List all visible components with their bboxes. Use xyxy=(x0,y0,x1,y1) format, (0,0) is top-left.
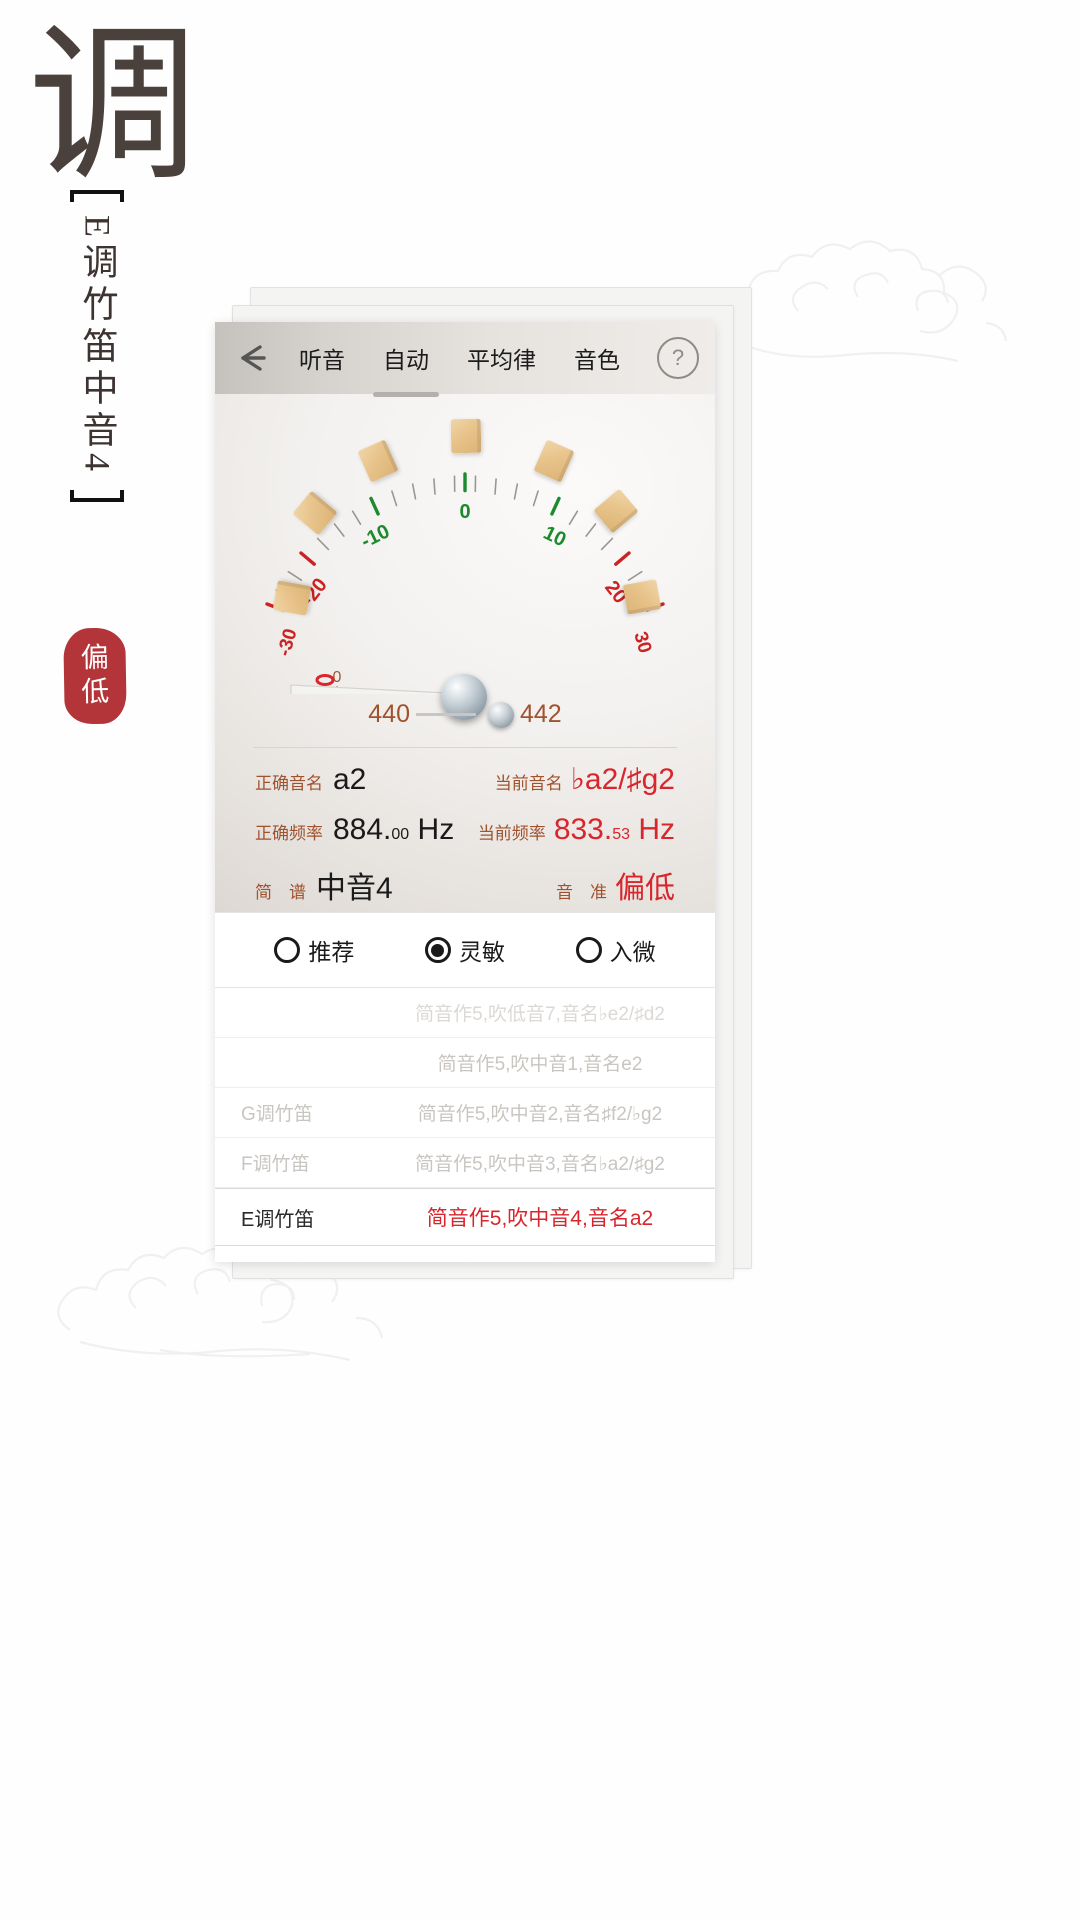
radio-circle-icon xyxy=(575,937,602,963)
correct-frequency-value: 884.00 Hz xyxy=(333,813,455,846)
radio-sensitive[interactable]: 灵敏 xyxy=(424,933,505,967)
flute-key-desc: 简音作5,吹中音1,音名e2 xyxy=(437,1054,643,1075)
tab-temperament[interactable]: 平均律 xyxy=(465,337,538,379)
nav-tab-list: 听音 自动 平均律 音色 xyxy=(297,337,622,397)
svg-text:-10: -10 xyxy=(358,520,394,552)
radio-circle-filled-icon xyxy=(424,937,451,963)
flute-key-desc: 简音作5,吹低音7,音名♭e2/♯d2 xyxy=(415,1004,665,1025)
radio-recommended-label: 推荐 xyxy=(308,939,355,965)
app-navbar: 听音 自动 平均律 音色 ? xyxy=(215,322,715,397)
reading-row-frequency: 正确频率 884.00 Hz 当前频率 833.53 Hz xyxy=(255,813,675,847)
status-seal-stamp: 偏 低 xyxy=(63,627,127,725)
a4-max-value: 442 xyxy=(520,700,562,728)
tuner-dial: -10 0 10 -20 20 -30 30 0 xyxy=(215,394,715,720)
wood-block-bottom-left xyxy=(272,580,312,616)
list-item[interactable]: 简音作5,吹低音7,音名♭e2/♯d2 xyxy=(215,988,715,1038)
background-brush-character: 调 xyxy=(28,13,199,201)
radio-circle-icon xyxy=(274,937,301,963)
flute-key-name: E调竹笛 xyxy=(241,1208,315,1231)
svg-text:0: 0 xyxy=(459,501,470,523)
flute-key-name: G调竹笛 xyxy=(241,1104,313,1125)
list-item-g[interactable]: G调竹笛 简音作5,吹中音2,音名♯f2/♭g2 xyxy=(215,1088,715,1138)
wood-block-bottom-right xyxy=(622,579,662,615)
correct-note-value: a2 xyxy=(333,763,367,796)
tab-auto[interactable]: 自动 xyxy=(373,337,439,397)
svg-text:0: 0 xyxy=(333,669,342,686)
a4-min-value: 440 xyxy=(368,700,410,728)
svg-text:10: 10 xyxy=(540,522,570,552)
app-screenshot-card: 听音 自动 平均律 音色 ? -10 0 10 -20 20 -30 30 0 … xyxy=(215,322,715,1262)
list-item-e-selected[interactable]: E调竹笛 简音作5,吹中音4,音名a2 xyxy=(215,1188,715,1246)
current-note-value: ♭a2/♯g2 xyxy=(570,763,675,796)
numbered-notation-value: 中音4 xyxy=(316,872,393,905)
radio-recommended[interactable]: 推荐 xyxy=(274,933,354,967)
vertical-title-block: E调竹笛中音4 xyxy=(62,190,132,502)
flute-key-list: 简音作5,吹低音7,音名♭e2/♯d2 简音作5,吹中音1,音名e2 G调竹笛 … xyxy=(215,988,715,1262)
flute-key-desc: 简音作5,吹中音5,音名b2 xyxy=(391,1257,689,1262)
correct-note-label: 正确音名 xyxy=(255,774,323,793)
reading-row-notation: 简 谱 中音4 音 准 偏低 xyxy=(255,863,675,907)
current-note-label: 当前音名 xyxy=(494,774,563,793)
reading-row-note-name: 正确音名 a2 当前音名 ♭a2/♯g2 xyxy=(255,762,675,797)
sensitivity-radio-group: 推荐 灵敏 入微 xyxy=(215,912,715,988)
numbered-notation-label: 简 谱 xyxy=(255,883,306,902)
svg-text:-30: -30 xyxy=(274,626,302,658)
readings-panel: 正确音名 a2 当前音名 ♭a2/♯g2 正确频率 884.00 Hz 当前频率… xyxy=(215,748,715,907)
flute-key-desc: 简音作5,吹中音3,音名♭a2/♯g2 xyxy=(415,1154,665,1175)
seal-char-2: 低 xyxy=(81,676,110,709)
tab-timbre[interactable]: 音色 xyxy=(572,337,622,379)
bracket-top xyxy=(70,190,124,202)
list-item-f[interactable]: F调竹笛 简音作5,吹中音3,音名♭a2/♯g2 xyxy=(215,1138,715,1188)
a4-slider-knob[interactable] xyxy=(488,701,514,728)
seal-char-1: 偏 xyxy=(80,642,109,675)
bracket-bottom xyxy=(70,490,124,502)
tuner-panel: 听音 自动 平均律 音色 ? -10 0 10 -20 20 -30 30 0 … xyxy=(215,322,715,912)
tab-listen[interactable]: 听音 xyxy=(297,337,347,379)
vertical-title-text: E调竹笛中音4 xyxy=(77,215,118,477)
svg-text:30: 30 xyxy=(629,629,655,655)
current-frequency-label: 当前频率 xyxy=(477,824,546,843)
pitch-accuracy-value: 偏低 xyxy=(615,872,675,905)
current-frequency-value: 833.53 Hz xyxy=(553,813,675,846)
flute-key-name: F调竹笛 xyxy=(241,1154,310,1175)
flute-key-name: D调竹笛 xyxy=(241,1257,391,1262)
pitch-accuracy-label: 音 准 xyxy=(556,883,607,902)
flute-key-desc: 简音作5,吹中音2,音名♯f2/♭g2 xyxy=(417,1104,663,1125)
radio-fine[interactable]: 入微 xyxy=(575,933,656,967)
arrow-left-icon[interactable] xyxy=(231,335,277,381)
flute-key-desc: 简音作5,吹中音4,音名a2 xyxy=(426,1207,654,1230)
list-item-d[interactable]: D调竹笛 简音作5,吹中音5,音名b2 xyxy=(215,1246,715,1262)
wood-block-top-center xyxy=(450,418,482,454)
radio-fine-label: 入微 xyxy=(609,939,656,965)
list-item[interactable]: 简音作5,吹中音1,音名e2 xyxy=(215,1038,715,1088)
question-circle-icon[interactable]: ? xyxy=(657,337,699,379)
correct-frequency-label: 正确频率 xyxy=(255,824,323,843)
a4-slider-track[interactable] xyxy=(416,713,476,716)
radio-sensitive-label: 灵敏 xyxy=(458,939,505,965)
